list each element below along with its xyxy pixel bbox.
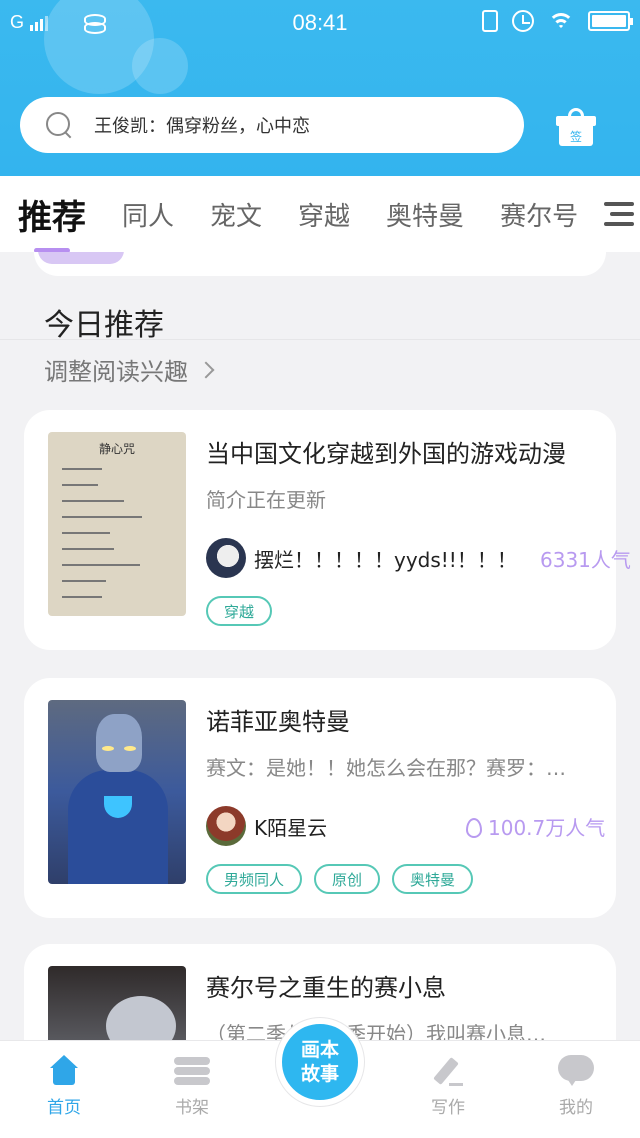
center-label-line1: 画本 <box>300 1039 339 1061</box>
book-title[interactable]: 赛尔号之重生的赛小息 <box>206 968 446 1003</box>
center-label-line2: 故事 <box>300 1063 339 1085</box>
author-row: 摆烂！！！！！yyds!!！！！ 6331人气 <box>206 538 631 578</box>
tag-list: 穿越 <box>206 596 273 626</box>
adjust-interest-label: 调整阅读兴趣 <box>44 358 188 386</box>
gift-label: 签 <box>569 130 582 144</box>
tab-ultraman[interactable]: 奥特曼 <box>386 196 464 233</box>
nav-mine[interactable]: 我的 <box>536 1055 616 1118</box>
nav-home-label: 首页 <box>47 1098 81 1118</box>
book-cover[interactable] <box>48 700 186 884</box>
chat-bubble-icon <box>558 1055 594 1087</box>
nav-write[interactable]: 写作 <box>408 1055 488 1118</box>
tab-fan-fiction[interactable]: 同人 <box>122 196 174 233</box>
previous-card-tail <box>34 252 606 276</box>
nav-write-label: 写作 <box>431 1098 465 1118</box>
tag[interactable]: 穿越 <box>206 596 273 626</box>
tab-pampering[interactable]: 宠文 <box>210 196 262 233</box>
category-tabs: 推荐 同人 宠文 穿越 奥特曼 赛尔号 <box>0 176 640 252</box>
popularity-count: 100.7万人气 <box>488 815 606 840</box>
search-input[interactable]: 王俊凯：偶穿粉丝，心中恋 <box>20 97 524 153</box>
avatar[interactable] <box>206 538 246 578</box>
status-bar: G 08:41 <box>0 0 640 44</box>
search-icon <box>46 112 72 138</box>
book-card[interactable]: 静心咒 当中国文化穿越到外国的游戏动漫 简介正在更新 摆烂！！！！！yyds!!… <box>24 410 631 650</box>
popularity-count: 6331人气 <box>540 547 631 572</box>
author-row: K陌星云 100.7万人气 <box>206 806 606 846</box>
home-icon <box>47 1055 81 1087</box>
app-header: G 08:41 王俊凯：偶穿粉丝，心中恋 签 <box>0 0 640 176</box>
tag[interactable]: 原创 <box>314 864 381 894</box>
sign-in-gift-button[interactable]: 签 <box>556 108 596 146</box>
nav-bookshelf-label: 书架 <box>175 1098 209 1118</box>
nav-mine-label: 我的 <box>559 1098 593 1118</box>
tab-time-travel[interactable]: 穿越 <box>298 196 350 233</box>
divider <box>0 339 640 340</box>
adjust-interest-link[interactable]: 调整阅读兴趣 <box>44 352 215 387</box>
tag[interactable]: 男频同人 <box>206 864 303 894</box>
flame-icon <box>464 816 482 838</box>
book-cover[interactable]: 静心咒 <box>48 432 186 616</box>
book-title[interactable]: 当中国文化穿越到外国的游戏动漫 <box>206 434 566 469</box>
tag[interactable]: 奥特曼 <box>392 864 474 894</box>
wifi-icon <box>548 11 574 31</box>
tab-recommend[interactable]: 推荐 <box>18 190 86 252</box>
book-description: 赛文：是她！！她怎么会在那？赛罗：… <box>206 756 566 780</box>
section-title: 今日推荐 <box>44 308 164 343</box>
tag-list: 男频同人 原创 奥特曼 <box>206 864 474 894</box>
book-description: 简介正在更新 <box>206 488 326 512</box>
chevron-right-icon <box>197 361 215 378</box>
author-name[interactable]: 摆烂！！！！！yyds!!！！！ <box>254 544 517 573</box>
picture-story-button[interactable]: 画本 故事 <box>276 1018 364 1106</box>
author-name[interactable]: K陌星云 <box>254 812 327 841</box>
avatar[interactable] <box>206 806 246 846</box>
nav-bookshelf[interactable]: 书架 <box>152 1055 232 1118</box>
book-title[interactable]: 诺菲亚奥特曼 <box>206 702 350 737</box>
alarm-icon <box>512 10 534 32</box>
pencil-icon <box>431 1055 465 1087</box>
vibrate-icon <box>482 10 498 32</box>
battery-icon <box>588 11 633 31</box>
bookshelf-icon <box>174 1055 210 1087</box>
tab-seer[interactable]: 赛尔号 <box>500 196 578 233</box>
book-card[interactable]: 诺菲亚奥特曼 赛文：是她！！她怎么会在那？赛罗：… K陌星云 100.7万人气 … <box>24 678 616 918</box>
cover-title: 静心咒 <box>98 442 135 456</box>
decorative-bubble <box>132 38 188 94</box>
search-placeholder: 王俊凯：偶穿粉丝，心中恋 <box>94 116 310 137</box>
nav-home[interactable]: 首页 <box>24 1055 104 1118</box>
tab-menu-icon[interactable] <box>584 176 640 252</box>
